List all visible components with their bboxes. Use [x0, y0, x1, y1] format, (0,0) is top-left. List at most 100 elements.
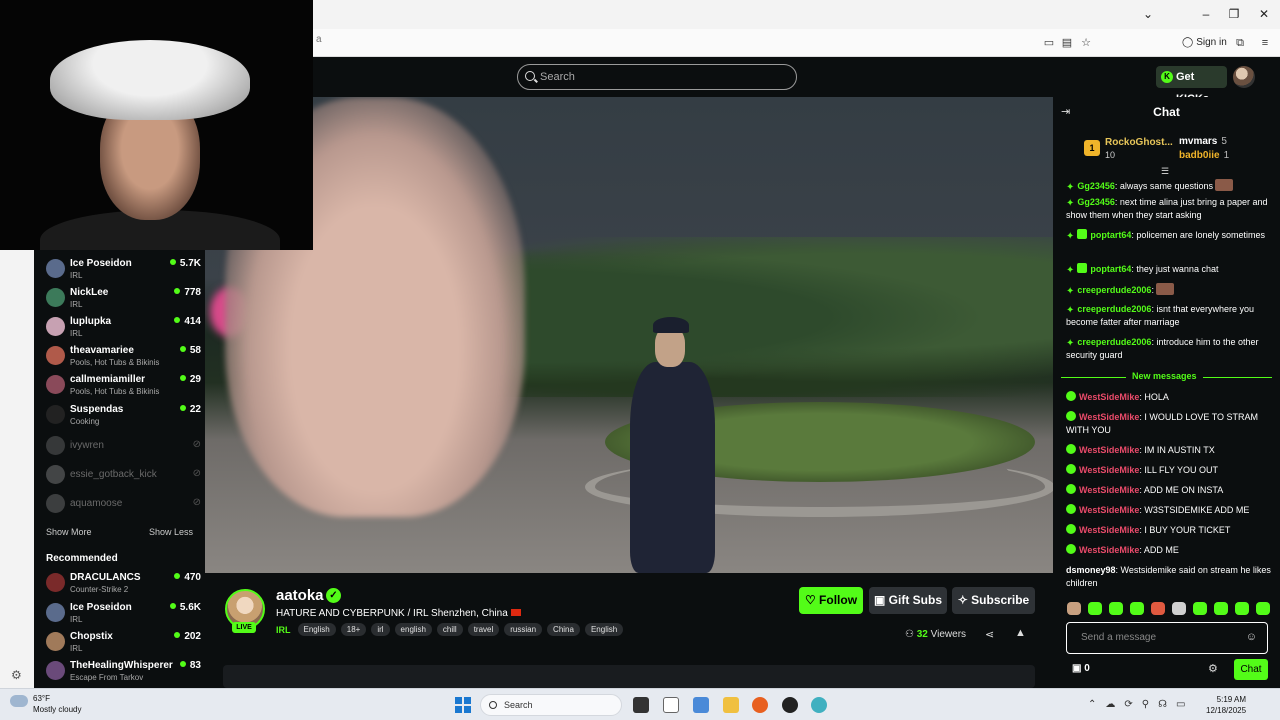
show-more-button[interactable]: Show More	[46, 527, 92, 537]
sidebar-channel[interactable]: luplupka IRL 414	[46, 314, 201, 342]
emote-icon[interactable]	[1130, 602, 1144, 615]
tag[interactable]: 18+	[340, 623, 367, 636]
notepad-icon[interactable]	[663, 697, 679, 713]
verified-badge-icon	[1066, 544, 1076, 554]
gear-icon[interactable]: ⚙	[11, 668, 22, 682]
chat-username[interactable]: Gg23456	[1077, 181, 1115, 191]
search-input[interactable]: Search	[517, 64, 797, 90]
obs-icon[interactable]	[782, 697, 798, 713]
tag[interactable]: irl	[371, 623, 390, 636]
task-view-icon[interactable]	[633, 697, 649, 713]
emote-icon[interactable]	[1172, 602, 1186, 615]
gift-subs-button[interactable]: ▣ Gift Subs	[869, 587, 947, 614]
sidebar-channel-offline[interactable]: ivywren ⊘	[46, 433, 201, 461]
emote-icon[interactable]	[1109, 602, 1123, 615]
follow-button[interactable]: ♡ Follow	[799, 587, 863, 614]
chat-username[interactable]: poptart64	[1090, 264, 1131, 274]
video-player[interactable]	[205, 97, 1053, 573]
pinned-toggle-icon[interactable]: ☰	[1161, 166, 1169, 177]
tag[interactable]: chill	[436, 623, 463, 636]
chat-username[interactable]: creeperdude2006	[1077, 337, 1151, 347]
profile-icon: ◯	[1182, 37, 1194, 48]
tag[interactable]: China	[547, 623, 580, 636]
get-kicks-button[interactable]: K Get KICKs	[1156, 66, 1227, 105]
tag[interactable]: travel	[467, 623, 500, 636]
user-avatar[interactable]	[1233, 66, 1255, 88]
share-icon[interactable]: ⋖	[985, 628, 994, 641]
chat-username[interactable]: WestSideMike	[1079, 445, 1139, 455]
leader-third[interactable]: badb0iie 1	[1179, 150, 1229, 161]
wallet-balance[interactable]: ▣ 0	[1072, 663, 1090, 674]
leader-first-name[interactable]: RockoGhost...	[1105, 137, 1173, 148]
chat-username[interactable]: creeperdude2006	[1077, 304, 1151, 314]
chat-input[interactable]: Send a message ☺	[1066, 622, 1268, 654]
signin-button[interactable]: ◯ Sign in	[1178, 34, 1233, 52]
sidebar-channel-offline[interactable]: essie_gotback_kick ⊘	[46, 462, 201, 490]
recommended-channel[interactable]: TheHealingWhisperer Escape From Tarkov 8…	[46, 658, 201, 686]
chat-username[interactable]: WestSideMike	[1079, 465, 1139, 475]
leader-second[interactable]: mvmars 5	[1179, 136, 1227, 147]
menu-icon[interactable]: ≡	[1258, 36, 1272, 50]
chat-username[interactable]: WestSideMike	[1079, 505, 1139, 515]
send-chat-button[interactable]: Chat	[1234, 659, 1268, 680]
show-less-button[interactable]: Show Less	[149, 527, 193, 537]
reader-icon[interactable]: ▤	[1060, 36, 1074, 50]
system-tray[interactable]: ⌃☁⟳⚲☊▭	[1088, 699, 1194, 710]
emote-icon[interactable]	[1235, 602, 1249, 615]
taskbar-search[interactable]: Search	[480, 694, 622, 716]
chat-username[interactable]: creeperdude2006	[1077, 285, 1151, 295]
chat-username[interactable]: dsmoney98	[1066, 565, 1116, 575]
sidebar-channel[interactable]: NickLee IRL 778	[46, 285, 201, 313]
gift-label: Gift Subs	[888, 593, 942, 607]
pip-icon[interactable]: ▭	[1042, 36, 1056, 50]
favorite-icon[interactable]: ☆	[1079, 36, 1093, 50]
sidebar-channel[interactable]: Suspendas Cooking 22	[46, 402, 201, 430]
copilot-icon[interactable]	[693, 697, 709, 713]
clock[interactable]: 5:19 AM 12/18/2025	[1206, 694, 1246, 716]
app-icon[interactable]	[811, 697, 827, 713]
file-explorer-icon[interactable]	[723, 697, 739, 713]
tab-list-icon[interactable]: ⌄	[1138, 6, 1158, 22]
report-icon[interactable]: ▲	[1015, 627, 1026, 639]
sidebar-channel-offline[interactable]: aquamoose ⊘	[46, 491, 201, 519]
emote-icon[interactable]	[1256, 602, 1270, 615]
emoji-icon[interactable]: ☺	[1246, 623, 1257, 652]
channel-category: Counter-Strike 2	[70, 585, 129, 594]
emote-icon[interactable]	[1088, 602, 1102, 615]
restore-icon[interactable]: ❐	[1224, 6, 1244, 22]
sidebar-channel[interactable]: callmemiamiller Pools, Hot Tubs & Bikini…	[46, 372, 201, 400]
recommended-channel[interactable]: Chopstix IRL 202	[46, 629, 201, 657]
chat-settings-icon[interactable]: ⚙	[1208, 662, 1218, 675]
chat-username[interactable]: Gg23456	[1077, 197, 1115, 207]
chat-username[interactable]: WestSideMike	[1079, 545, 1139, 555]
tag[interactable]: English	[584, 623, 624, 636]
subscribe-button[interactable]: ✧ Subscribe	[952, 587, 1035, 614]
firefox-icon[interactable]	[752, 697, 768, 713]
tag[interactable]: english	[394, 623, 432, 636]
chat-username[interactable]: WestSideMike	[1079, 412, 1139, 422]
chat-username[interactable]: poptart64	[1090, 230, 1131, 240]
streamer-name[interactable]: aatoka	[276, 587, 324, 604]
recommended-channel[interactable]: Ice Poseidon IRL 5.6K	[46, 600, 201, 628]
cloud-icon	[10, 695, 28, 707]
extensions-icon[interactable]: ⧉	[1233, 36, 1247, 50]
tag[interactable]: English	[297, 623, 336, 636]
emote-icon[interactable]	[1151, 602, 1165, 615]
about-panel	[223, 665, 1035, 688]
emote-icon[interactable]	[1214, 602, 1228, 615]
emote-icon[interactable]	[1193, 602, 1207, 615]
sidebar-channel[interactable]: Ice Poseidon IRL 5.7K	[46, 256, 201, 284]
address-bar[interactable]: a	[316, 34, 322, 45]
chat-username[interactable]: WestSideMike	[1079, 392, 1139, 402]
chat-username[interactable]: WestSideMike	[1079, 525, 1139, 535]
windows-start-icon[interactable]	[455, 697, 471, 713]
chat-title: Chat	[1153, 105, 1180, 119]
chat-username[interactable]: WestSideMike	[1079, 485, 1139, 495]
recommended-channel[interactable]: DRACULANCS Counter-Strike 2 470	[46, 570, 201, 598]
emote-icon[interactable]	[1067, 602, 1081, 615]
sidebar-channel[interactable]: theavamariee Pools, Hot Tubs & Bikinis 5…	[46, 343, 201, 371]
tag[interactable]: russian	[504, 623, 543, 636]
close-window-icon[interactable]: ✕	[1254, 6, 1274, 22]
minimize-icon[interactable]: –	[1196, 6, 1216, 22]
stream-category[interactable]: IRL	[276, 625, 291, 635]
